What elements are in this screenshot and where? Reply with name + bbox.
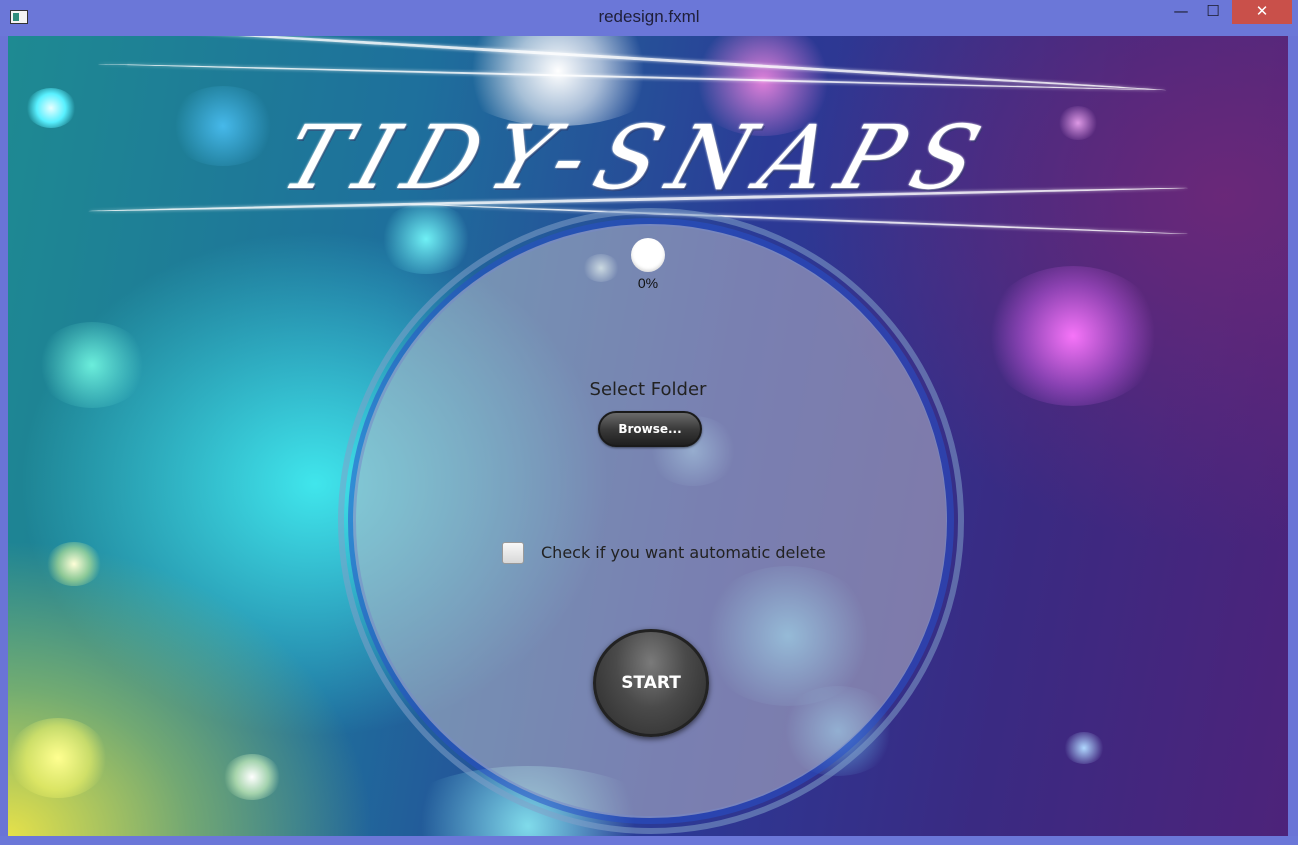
bokeh-light bbox=[46, 542, 102, 586]
bokeh-light bbox=[983, 266, 1163, 406]
auto-delete-label[interactable]: Check if you want automatic delete bbox=[541, 543, 871, 562]
close-button[interactable]: ✕ bbox=[1232, 0, 1292, 24]
bokeh-light bbox=[8, 718, 108, 798]
progress-indicator bbox=[631, 238, 665, 272]
bokeh-light bbox=[36, 322, 148, 408]
window-titlebar[interactable]: redesign.fxml — ☐ ✕ bbox=[0, 0, 1298, 36]
maximize-button[interactable]: ☐ bbox=[1200, 0, 1226, 24]
bokeh-light bbox=[223, 754, 281, 800]
bokeh-light bbox=[376, 204, 476, 274]
progress-percent: 0% bbox=[637, 275, 659, 291]
minimize-button[interactable]: — bbox=[1168, 0, 1194, 24]
bokeh-light bbox=[1064, 732, 1104, 764]
select-folder-label: Select Folder bbox=[589, 379, 707, 400]
browse-button[interactable]: Browse... bbox=[598, 411, 702, 447]
start-button[interactable]: START bbox=[593, 629, 709, 737]
bokeh-light bbox=[26, 88, 76, 128]
auto-delete-checkbox[interactable] bbox=[502, 542, 524, 564]
window-bottom-frame bbox=[0, 836, 1298, 845]
logo-swoosh bbox=[98, 63, 1158, 91]
logo-swoosh bbox=[68, 36, 1168, 92]
app-logo: TIDY-SNAPS bbox=[270, 106, 1006, 209]
app-content: TIDY-SNAPS 0% Select Folder Browse... Ch… bbox=[8, 36, 1288, 836]
window-title: redesign.fxml bbox=[598, 7, 700, 26]
